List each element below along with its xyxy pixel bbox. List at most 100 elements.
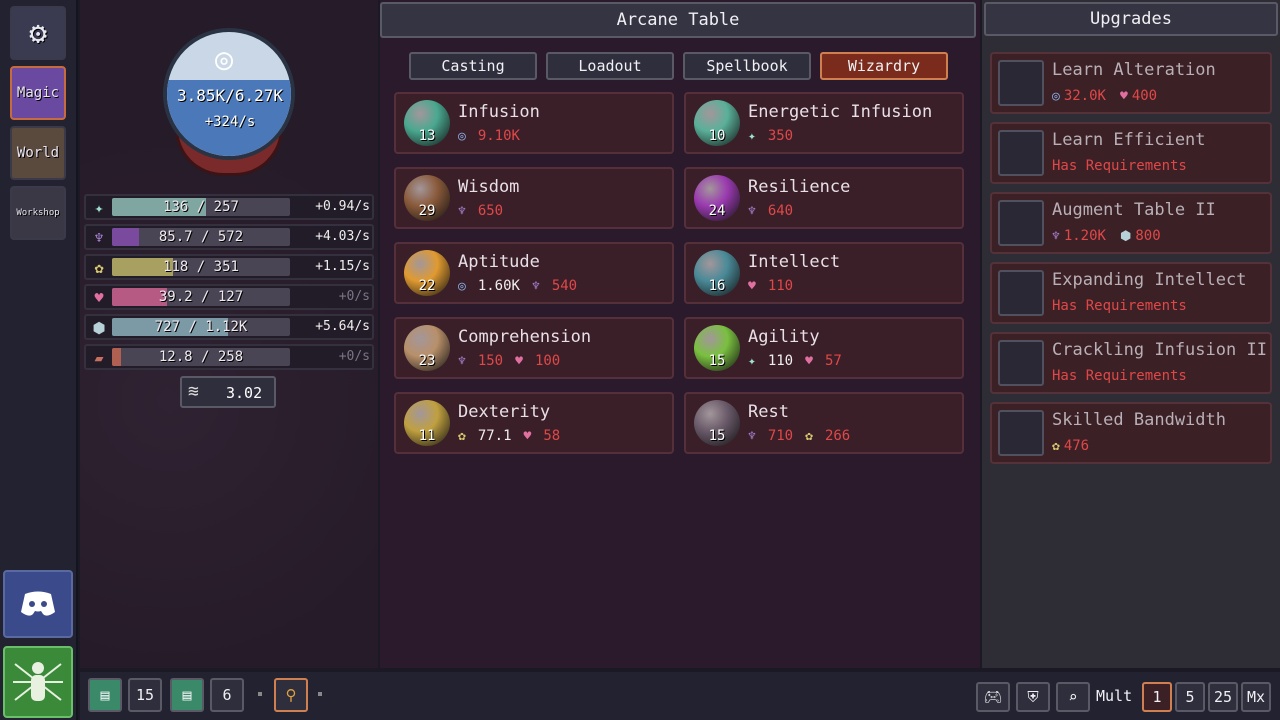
wizardry-card[interactable]: 15 Rest ♆ 710 ✿ 266 (684, 392, 964, 454)
settings-button[interactable]: ⚙ (10, 6, 66, 60)
tab-loadout[interactable]: Loadout (546, 52, 674, 80)
discord-button[interactable] (3, 570, 73, 638)
crystal-orb-icon (998, 270, 1044, 316)
wizardry-card[interactable]: 10 Energetic Infusion ✦ 350 (684, 92, 964, 154)
wizardry-card[interactable]: 22 Aptitude ◎ 1.60K ♆ 540 (394, 242, 674, 304)
spell-book-icon: ▤ (100, 686, 110, 704)
cost-value: 350 (767, 128, 794, 144)
cost-value: 400 (1131, 88, 1158, 104)
cost-item: ♥ 110 (748, 278, 793, 294)
upgrade-card[interactable]: Learn Alteration ◎ 32.0K ♥ 400 (990, 52, 1272, 114)
card-level: 29 (418, 203, 436, 219)
swirl-icon: ◎ (458, 129, 466, 144)
nav-world[interactable]: World (10, 126, 66, 180)
upgrade-cost: ♆ 1.20K ⬢ 800 (1052, 228, 1175, 244)
upgrades-panel: Upgrades Learn Alteration ◎ 32.0K ♥ 400 Learn… (982, 0, 1280, 668)
wizardry-card[interactable]: 23 Comprehension ♆ 150 ♥ 100 (394, 317, 674, 379)
card-cost: ♆ 640 (748, 203, 805, 219)
mult-mx-button[interactable]: Mx (1241, 682, 1271, 712)
card-level: 24 (708, 203, 726, 219)
cube-icon: ⬢ (92, 319, 106, 337)
cost-item: ♆ 640 (748, 203, 793, 219)
cost-value: 9.10K (477, 128, 520, 144)
cost-item: ♥ 57 (805, 353, 842, 369)
card-cost: ♆ 710 ✿ 266 (748, 428, 862, 444)
tab-casting[interactable]: Casting (409, 52, 537, 80)
wizardry-card[interactable]: 13 Infusion ◎ 9.10K (394, 92, 674, 154)
upgrade-card[interactable]: Augment Table II ♆ 1.20K ⬢ 800 (990, 192, 1272, 254)
lotus-icon: ♆ (458, 204, 466, 219)
card-name: Energetic Infusion (748, 102, 933, 122)
separator-dot (258, 692, 262, 696)
upgrade-name: Augment Table II (1052, 200, 1216, 220)
magnifier-icon: ⌕ (1068, 688, 1078, 706)
cost-item: ♥ 58 (524, 428, 561, 444)
wizardry-card[interactable]: 29 Wisdom ♆ 650 (394, 167, 674, 229)
cost-item: ◎ 1.60K (458, 278, 520, 294)
mult-25-button[interactable]: 25 (1208, 682, 1238, 712)
resource-row: ♥ 39.2 / 127 +0/s (84, 284, 374, 310)
upgrade-card[interactable]: Expanding Intellect Has Requirements (990, 262, 1272, 324)
cost-value: 32.0K (1063, 88, 1106, 104)
cost-value: 100 (534, 353, 561, 369)
spell-slot-1[interactable]: ▤ (88, 678, 122, 712)
armor-button[interactable]: ⛨ (1016, 682, 1050, 712)
card-level: 16 (708, 278, 726, 294)
spell-slot-2[interactable]: ▤ (170, 678, 204, 712)
tab-spellbook[interactable]: Spellbook (683, 52, 811, 80)
heart-icon: ♥ (515, 354, 523, 369)
heart-icon: ♥ (523, 429, 532, 444)
card-cost: ♆ 650 (458, 203, 515, 219)
cost-value: 150 (477, 353, 504, 369)
shuriken-icon: ✦ (94, 199, 104, 217)
cost-value: 640 (767, 203, 794, 219)
nav-magic[interactable]: Magic (10, 66, 66, 120)
spell-slot-1-count: 15 (128, 678, 162, 712)
lotus-icon: ♆ (94, 229, 104, 247)
character-button[interactable] (3, 646, 73, 718)
magnifier-button[interactable]: ⌕ (1056, 682, 1090, 712)
mult-1-button[interactable]: 1 (1142, 682, 1172, 712)
wizardry-card[interactable]: 24 Resilience ♆ 640 (684, 167, 964, 229)
cost-value: 110 (767, 353, 794, 369)
upgrade-name: Learn Efficient (1052, 130, 1206, 150)
card-level: 15 (708, 353, 726, 369)
mult-5-button[interactable]: 5 (1175, 682, 1205, 712)
upgrade-card[interactable]: Learn Efficient Has Requirements (990, 122, 1272, 184)
cost-item: ♆ 540 (532, 278, 577, 294)
left-nav: ⚙ Magic World Workshop (0, 0, 78, 720)
cost-value: 1.20K (1063, 228, 1106, 244)
upgrade-name: Skilled Bandwidth (1052, 410, 1226, 430)
scroll-counter[interactable]: ≋ 3.02 (180, 376, 276, 408)
nav-workshop[interactable]: Workshop (10, 186, 66, 240)
wizardry-card[interactable]: 11 Dexterity ✿ 77.1 ♥ 58 (394, 392, 674, 454)
wizardry-card[interactable]: 16 Intellect ♥ 110 (684, 242, 964, 304)
cost-value: 1.60K (477, 278, 520, 294)
scroll-icon: ≋ (188, 381, 199, 402)
swirl-icon: ◎ (1052, 89, 1060, 104)
cost-value: 77.1 (477, 428, 512, 444)
character-icon (13, 662, 63, 701)
spell-book-icon: ▤ (182, 686, 192, 704)
card-level: 22 (418, 278, 436, 294)
upgrade-card[interactable]: Crackling Infusion II Has Requirements (990, 332, 1272, 394)
bottom-bar: ▤ 15 ▤ 6 ⚲ 🎮︎ ⛨ ⌕ Mult 1 5 25 Mx (80, 672, 1280, 720)
cost-value: 540 (551, 278, 578, 294)
cube-icon: ⬢ (1119, 229, 1132, 244)
lotus-icon: ♆ (748, 429, 756, 444)
gamepad-button[interactable]: 🎮︎ (976, 682, 1010, 712)
upgrade-cost: ✿ 476 (1052, 438, 1103, 454)
resource-row: ✦ 136 / 257 +0.94/s (84, 194, 374, 220)
cost-item: ✿ 266 (805, 428, 850, 444)
wizardry-card[interactable]: 15 Agility ✦ 110 ♥ 57 (684, 317, 964, 379)
card-level: 11 (418, 428, 436, 444)
tab-wizardry[interactable]: Wizardry (820, 52, 948, 80)
card-name: Intellect (748, 252, 841, 272)
upgrade-card[interactable]: Skilled Bandwidth ✿ 476 (990, 402, 1272, 464)
resource-row: ▰ 12.8 / 258 +0/s (84, 344, 374, 370)
cost-item: ✿ 77.1 (458, 428, 512, 444)
heart-icon: ♥ (1119, 89, 1128, 104)
mana-rate: +324/s (204, 114, 256, 130)
staff-slot[interactable]: ⚲ (274, 678, 308, 712)
bandage-icon: ▰ (94, 349, 104, 367)
